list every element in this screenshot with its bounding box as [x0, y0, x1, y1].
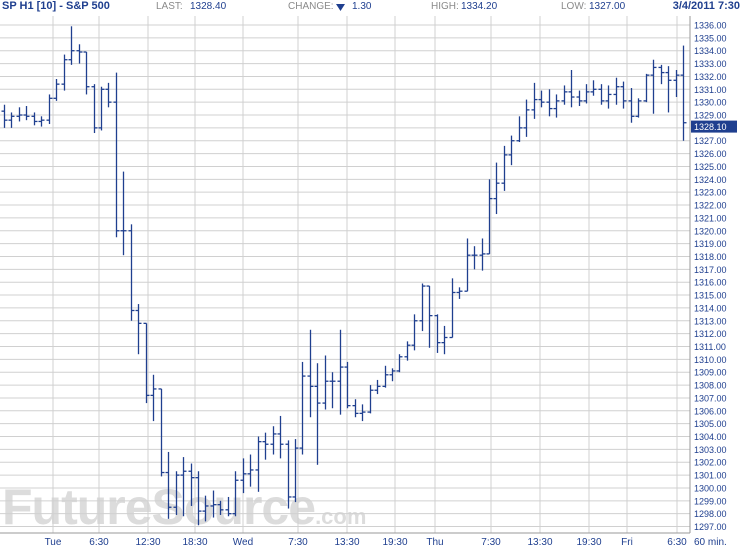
y-tick-label: 1332.00	[694, 72, 727, 82]
price-chart: 1297.00 1298.00 1299.00 1300.00 1301.00 1302.…	[0, 16, 737, 548]
y-tick-label: 1331.00	[694, 85, 727, 95]
y-tick-label: 1325.00	[694, 162, 727, 172]
y-tick-label: 1306.00	[694, 406, 727, 416]
y-tick-label: 1301.00	[694, 471, 727, 481]
x-tick-label: Wed	[233, 537, 253, 548]
x-tick-label: 13:30	[527, 537, 552, 548]
y-tick-label: 1323.00	[694, 188, 727, 198]
last-price-label: 1328.10	[694, 122, 727, 132]
y-tick-label: 1303.00	[694, 445, 727, 455]
y-tick-label: 1307.00	[694, 393, 727, 403]
interval-label: 60 min.	[694, 537, 727, 548]
y-tick-label: 1309.00	[694, 368, 727, 378]
y-tick-label: 1316.00	[694, 278, 727, 288]
y-tick-label: 1333.00	[694, 59, 727, 69]
y-tick-label: 1327.00	[694, 136, 727, 146]
y-tick-label: 1324.00	[694, 175, 727, 185]
y-tick-label: 1302.00	[694, 458, 727, 468]
y-tick-label: 1305.00	[694, 419, 727, 429]
y-tick-label: 1298.00	[694, 509, 727, 519]
x-tick-label: 19:30	[382, 537, 407, 548]
y-tick-label: 1336.00	[694, 21, 727, 31]
y-tick-label: 1322.00	[694, 201, 727, 211]
y-tick-label: 1313.00	[694, 316, 727, 326]
x-tick-label: Tue	[45, 537, 62, 548]
x-tick-label: 7:30	[288, 537, 308, 548]
y-tick-label: 1308.00	[694, 381, 727, 391]
y-tick-label: 1334.00	[694, 46, 727, 56]
x-tick-label: 18:30	[182, 537, 207, 548]
y-tick-label: 1304.00	[694, 432, 727, 442]
y-tick-label: 1300.00	[694, 483, 727, 493]
x-tick-label: 13:30	[334, 537, 359, 548]
y-tick-label: 1312.00	[694, 329, 727, 339]
y-tick-label: 1311.00	[694, 342, 726, 352]
y-tick-label: 1299.00	[694, 496, 727, 506]
x-tick-label: 7:30	[481, 537, 501, 548]
y-tick-label: 1297.00	[694, 522, 727, 532]
y-tick-label: 1329.00	[694, 111, 727, 121]
y-tick-label: 1314.00	[694, 303, 727, 313]
y-tick-label: 1321.00	[694, 213, 727, 223]
x-tick-label: 6:30	[667, 537, 687, 548]
y-tick-label: 1320.00	[694, 226, 727, 236]
y-tick-label: 1330.00	[694, 98, 727, 108]
y-tick-label: 1326.00	[694, 149, 727, 159]
y-tick-label: 1319.00	[694, 239, 727, 249]
x-tick-label: Fri	[621, 537, 633, 548]
y-tick-label: 1317.00	[694, 265, 727, 275]
x-tick-label: 19:30	[576, 537, 601, 548]
x-tick-label: 12:30	[135, 537, 160, 548]
y-tick-label: 1335.00	[694, 33, 727, 43]
y-tick-label: 1310.00	[694, 355, 727, 365]
y-tick-label: 1318.00	[694, 252, 727, 262]
x-tick-label: Thu	[426, 537, 443, 548]
y-tick-label: 1315.00	[694, 291, 727, 301]
x-tick-label: 6:30	[89, 537, 109, 548]
